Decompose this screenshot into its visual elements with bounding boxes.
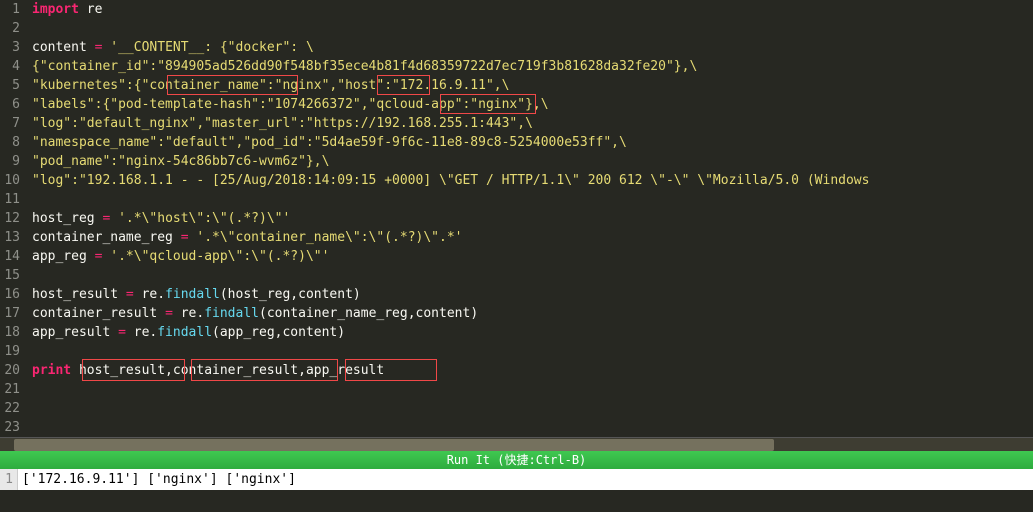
horizontal-scrollbar[interactable] (0, 437, 1033, 451)
code-line: "log":"default_nginx","master_url":"http… (32, 114, 1033, 133)
code-line: {"container_id":"894905ad526dd90f548bf35… (32, 57, 1033, 76)
output-text: ['172.16.9.11'] ['nginx'] ['nginx'] (18, 469, 296, 490)
output-line-number: 1 (0, 469, 18, 490)
code-line (32, 418, 1033, 437)
code-line: app_result = re.findall(app_reg,content) (32, 323, 1033, 342)
code-line: container_result = re.findall(container_… (32, 304, 1033, 323)
code-line: app_reg = '.*\"qcloud-app\":\"(.*?)\"' (32, 247, 1033, 266)
code-line (32, 19, 1033, 38)
code-editor[interactable]: 1 2 3 4 5 6 7 8 9 10 11 12 13 14 15 16 1… (0, 0, 1033, 437)
code-line: host_reg = '.*\"host\":\"(.*?)\"' (32, 209, 1033, 228)
run-button[interactable]: Run It (快捷:Ctrl-B) (0, 451, 1033, 469)
code-line: print host_result,container_result,app_r… (32, 361, 1033, 380)
code-line: content = '__CONTENT__: {"docker": \ (32, 38, 1033, 57)
line-number-gutter: 1 2 3 4 5 6 7 8 9 10 11 12 13 14 15 16 1… (0, 0, 28, 437)
code-line: container_name_reg = '.*\"container_name… (32, 228, 1033, 247)
code-line (32, 190, 1033, 209)
output-panel: 1 ['172.16.9.11'] ['nginx'] ['nginx'] (0, 469, 1033, 490)
code-line: "kubernetes":{"container_name":"nginx","… (32, 76, 1033, 95)
code-line: host_result = re.findall(host_reg,conten… (32, 285, 1033, 304)
code-line: "pod_name":"nginx-54c86bb7c6-wvm6z"},\ (32, 152, 1033, 171)
code-line: import re (32, 0, 1033, 19)
code-line: "labels":{"pod-template-hash":"107426637… (32, 95, 1033, 114)
code-line (32, 266, 1033, 285)
code-line (32, 399, 1033, 418)
scrollbar-thumb[interactable] (14, 439, 774, 451)
code-area[interactable]: import re content = '__CONTENT__: {"dock… (28, 0, 1033, 437)
code-line (32, 380, 1033, 399)
code-line: "log":"192.168.1.1 - - [25/Aug/2018:14:0… (32, 171, 1033, 190)
code-line (32, 342, 1033, 361)
code-line: "namespace_name":"default","pod_id":"5d4… (32, 133, 1033, 152)
